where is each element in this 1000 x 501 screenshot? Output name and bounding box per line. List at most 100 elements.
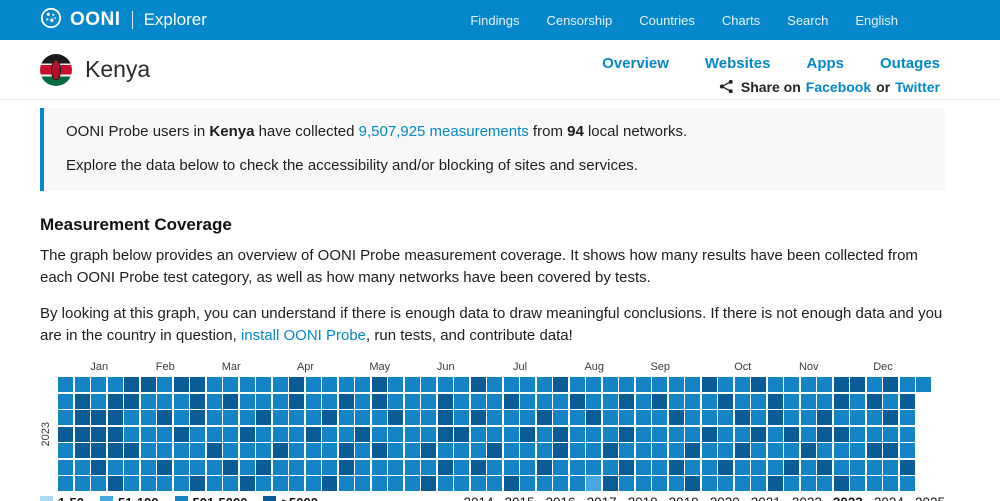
heatmap-cell[interactable] xyxy=(437,410,453,425)
heatmap-cell[interactable] xyxy=(256,393,271,409)
heatmap-cell[interactable] xyxy=(289,476,304,491)
heatmap-cell[interactable] xyxy=(586,476,601,491)
heatmap-cell[interactable] xyxy=(157,377,172,392)
heatmap-cell[interactable] xyxy=(553,377,568,392)
heatmap-cell[interactable] xyxy=(256,377,271,392)
heatmap-cell[interactable] xyxy=(635,476,651,491)
heatmap-cell[interactable] xyxy=(866,459,882,475)
heatmap-cell[interactable] xyxy=(503,410,519,425)
heatmap-cell[interactable] xyxy=(652,393,667,409)
heatmap-cell[interactable] xyxy=(899,459,915,475)
year-option-2018[interactable]: 2018 xyxy=(628,495,658,501)
heatmap-cell[interactable] xyxy=(685,377,700,392)
heatmap-cell[interactable] xyxy=(701,476,717,491)
heatmap-cell[interactable] xyxy=(437,476,453,491)
heatmap-cell[interactable] xyxy=(190,459,205,475)
heatmap-cell[interactable] xyxy=(305,459,321,475)
heatmap-cell[interactable] xyxy=(305,393,321,409)
heatmap-cell[interactable] xyxy=(173,393,189,409)
ooni-explorer-logo[interactable]: OONI Explorer xyxy=(40,7,207,34)
tab-overview[interactable]: Overview xyxy=(602,55,669,72)
heatmap-cell[interactable] xyxy=(322,459,337,475)
heatmap-cell[interactable] xyxy=(157,459,172,475)
heatmap-cell[interactable] xyxy=(685,426,700,442)
heatmap-cell[interactable] xyxy=(866,410,882,425)
heatmap-cell[interactable] xyxy=(305,377,321,392)
heatmap-cell[interactable] xyxy=(272,459,288,475)
heatmap-cell[interactable] xyxy=(322,410,337,425)
heatmap-cell[interactable] xyxy=(685,459,700,475)
heatmap-cell[interactable] xyxy=(817,377,832,392)
heatmap-cell[interactable] xyxy=(520,459,535,475)
heatmap-cell[interactable] xyxy=(850,443,865,458)
year-option-2025[interactable]: 2025 xyxy=(915,495,945,501)
heatmap-cell[interactable] xyxy=(470,426,486,442)
heatmap-cell[interactable] xyxy=(371,476,387,491)
heatmap-cell[interactable] xyxy=(239,443,255,458)
heatmap-cell[interactable] xyxy=(338,443,354,458)
heatmap-cell[interactable] xyxy=(173,443,189,458)
heatmap-cell[interactable] xyxy=(668,476,684,491)
heatmap-cell[interactable] xyxy=(91,426,106,442)
heatmap-cell[interactable] xyxy=(602,393,618,409)
heatmap-cell[interactable] xyxy=(751,443,766,458)
heatmap-cell[interactable] xyxy=(619,476,634,491)
heatmap-cell[interactable] xyxy=(668,377,684,392)
heatmap-cell[interactable] xyxy=(404,459,420,475)
heatmap-cell[interactable] xyxy=(404,377,420,392)
heatmap-cell[interactable] xyxy=(850,377,865,392)
heatmap-cell[interactable] xyxy=(536,476,552,491)
heatmap-cell[interactable] xyxy=(206,476,222,491)
heatmap-cell[interactable] xyxy=(437,459,453,475)
heatmap-cell[interactable] xyxy=(140,393,156,409)
heatmap-cell[interactable] xyxy=(470,459,486,475)
heatmap-cell[interactable] xyxy=(206,459,222,475)
heatmap-cell[interactable] xyxy=(899,476,915,491)
heatmap-cell[interactable] xyxy=(883,476,898,491)
heatmap-cell[interactable] xyxy=(289,426,304,442)
heatmap-cell[interactable] xyxy=(289,459,304,475)
heatmap-cell[interactable] xyxy=(74,410,90,425)
heatmap-cell[interactable] xyxy=(833,393,849,409)
heatmap-cell[interactable] xyxy=(817,443,832,458)
heatmap-cell[interactable] xyxy=(371,393,387,409)
heatmap-cell[interactable] xyxy=(58,443,73,458)
heatmap-cell[interactable] xyxy=(899,410,915,425)
heatmap-cell[interactable] xyxy=(190,393,205,409)
heatmap-cell[interactable] xyxy=(553,426,568,442)
heatmap-cell[interactable] xyxy=(553,393,568,409)
heatmap-cell[interactable] xyxy=(107,476,123,491)
heatmap-cell[interactable] xyxy=(355,377,370,392)
heatmap-cell[interactable] xyxy=(140,443,156,458)
heatmap-cell[interactable] xyxy=(157,393,172,409)
heatmap-cell[interactable] xyxy=(718,459,733,475)
heatmap-cell[interactable] xyxy=(74,476,90,491)
heatmap-cell[interactable] xyxy=(74,377,90,392)
heatmap-cell[interactable] xyxy=(635,443,651,458)
heatmap-cell[interactable] xyxy=(619,377,634,392)
heatmap-cell[interactable] xyxy=(503,443,519,458)
heatmap-cell[interactable] xyxy=(817,476,832,491)
heatmap-cell[interactable] xyxy=(850,426,865,442)
heatmap-cell[interactable] xyxy=(124,393,139,409)
heatmap-cell[interactable] xyxy=(223,393,238,409)
heatmap-cell[interactable] xyxy=(619,410,634,425)
heatmap-cell[interactable] xyxy=(833,410,849,425)
heatmap-cell[interactable] xyxy=(355,410,370,425)
heatmap-cell[interactable] xyxy=(569,410,585,425)
heatmap-cell[interactable] xyxy=(536,443,552,458)
heatmap-cell[interactable] xyxy=(586,443,601,458)
heatmap-cell[interactable] xyxy=(74,459,90,475)
heatmap-cell[interactable] xyxy=(652,426,667,442)
heatmap-cell[interactable] xyxy=(784,410,799,425)
heatmap-cell[interactable] xyxy=(734,410,750,425)
heatmap-cell[interactable] xyxy=(190,410,205,425)
heatmap-cell[interactable] xyxy=(652,476,667,491)
heatmap-cell[interactable] xyxy=(190,476,205,491)
share-twitter-link[interactable]: Twitter xyxy=(895,79,940,95)
heatmap-cell[interactable] xyxy=(173,377,189,392)
heatmap-cell[interactable] xyxy=(58,393,73,409)
heatmap-cell[interactable] xyxy=(338,410,354,425)
heatmap-cell[interactable] xyxy=(899,426,915,442)
heatmap-cell[interactable] xyxy=(173,410,189,425)
